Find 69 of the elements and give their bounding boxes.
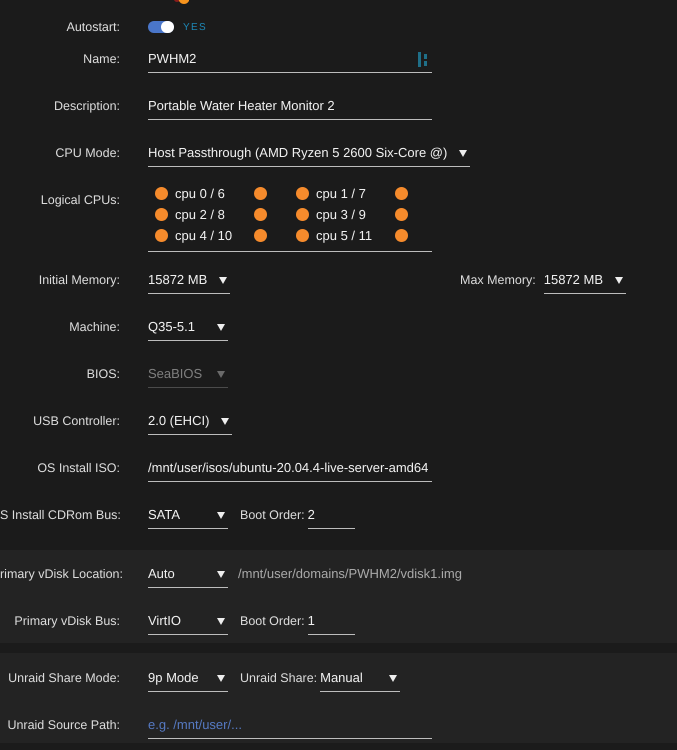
field-label: Boot Order: (240, 507, 305, 524)
caret-icon (217, 570, 225, 578)
dropdown[interactable]: VirtIO (148, 610, 228, 635)
field-label: Initial Memory: (38, 272, 120, 289)
text-field[interactable]: Portable Water Heater Monitor 2 (148, 95, 432, 120)
cpu-checkbox[interactable] (155, 208, 168, 221)
field-label: OS Install ISO: (36, 460, 120, 477)
cpu-label: cpu 2 / 8 (174, 206, 226, 224)
text-field[interactable]: PWHM2 (148, 48, 432, 73)
caret-icon (217, 324, 225, 330)
cpu-checkbox[interactable] (254, 229, 267, 242)
field-label: Description: (53, 98, 120, 115)
field-label: Autostart: (66, 19, 120, 36)
dropdown[interactable]: SATA (148, 504, 228, 529)
cpu-checkbox[interactable] (395, 229, 408, 242)
cpu-checkbox[interactable] (395, 187, 408, 200)
cpu-checkbox[interactable] (155, 229, 168, 242)
field-label: S Install CDRom Bus: (0, 507, 120, 524)
dropdown[interactable]: 15872 MB (544, 269, 626, 294)
dropdown[interactable]: 15872 MB (148, 269, 230, 294)
caret-icon (389, 674, 398, 682)
text-field[interactable]: 2 (308, 504, 355, 529)
cpu-label: cpu 3 / 9 (315, 206, 367, 224)
cpu-label: cpu 4 / 10 (174, 227, 234, 245)
field-label: Machine: (68, 319, 120, 336)
caret-icon (615, 276, 623, 284)
cpu-checkbox[interactable] (296, 208, 309, 221)
cpu-checkbox[interactable] (254, 187, 267, 200)
text-field[interactable]: 1 (308, 610, 355, 635)
caret-icon (221, 418, 230, 424)
caret-icon (459, 150, 468, 156)
caret-icon (219, 276, 228, 284)
toggle-state-text: YES (183, 22, 207, 32)
dropdown[interactable]: 2.0 (EHCI) (148, 410, 232, 435)
dropdown[interactable]: Q35-5.1 (148, 316, 228, 341)
status-dot-icon (173, 0, 189, 5)
field-label: Unraid Source Path: (6, 717, 120, 734)
cpu-checkbox[interactable] (155, 187, 168, 200)
field-label: BIOS: (86, 366, 120, 383)
cpu-label: cpu 5 / 11 (315, 227, 374, 245)
text-field[interactable]: e.g. /mnt/user/... (148, 714, 432, 739)
cpu-checkbox[interactable] (296, 229, 309, 242)
cpu-checkbox[interactable] (296, 187, 309, 200)
field-label: Name: (82, 51, 120, 68)
field-label: rimary vDisk Location: (0, 566, 120, 583)
field-label: Primary vDisk Bus: (13, 613, 120, 630)
cpu-label: cpu 0 / 6 (174, 185, 226, 203)
field-label: Logical CPUs: (40, 192, 120, 209)
dropdown[interactable]: Host Passthrough (AMD Ryzen 5 2600 Six-Core @) (148, 142, 470, 167)
dropdown[interactable]: 9p Mode (148, 667, 228, 692)
caret-icon (217, 674, 225, 682)
caret-icon (217, 512, 225, 518)
dropdown[interactable]: Auto (148, 563, 228, 588)
cpu-checkbox[interactable] (395, 208, 408, 221)
field-label: Unraid Share: (240, 670, 318, 687)
bars-icon[interactable] (418, 52, 428, 66)
caret-icon (217, 618, 225, 624)
cpu-label: cpu 1 / 7 (315, 185, 367, 203)
text-field[interactable]: /mnt/user/isos/ubuntu-20.04.4-live-server-amd64 (148, 457, 432, 482)
field-label: CPU Mode: (54, 145, 120, 162)
caret-icon (217, 370, 225, 378)
field-label: USB Controller: (32, 413, 120, 430)
dropdown[interactable]: Manual (320, 667, 400, 692)
field-label: Unraid Share Mode: (7, 670, 120, 687)
cpu-checkbox[interactable] (254, 208, 267, 221)
path-text: /mnt/user/domains/PWHM2/vdisk1.img (238, 565, 462, 583)
autostart-toggle[interactable] (148, 21, 174, 33)
field-label: Max Memory: (460, 272, 536, 289)
field-label: Boot Order: (240, 613, 305, 630)
